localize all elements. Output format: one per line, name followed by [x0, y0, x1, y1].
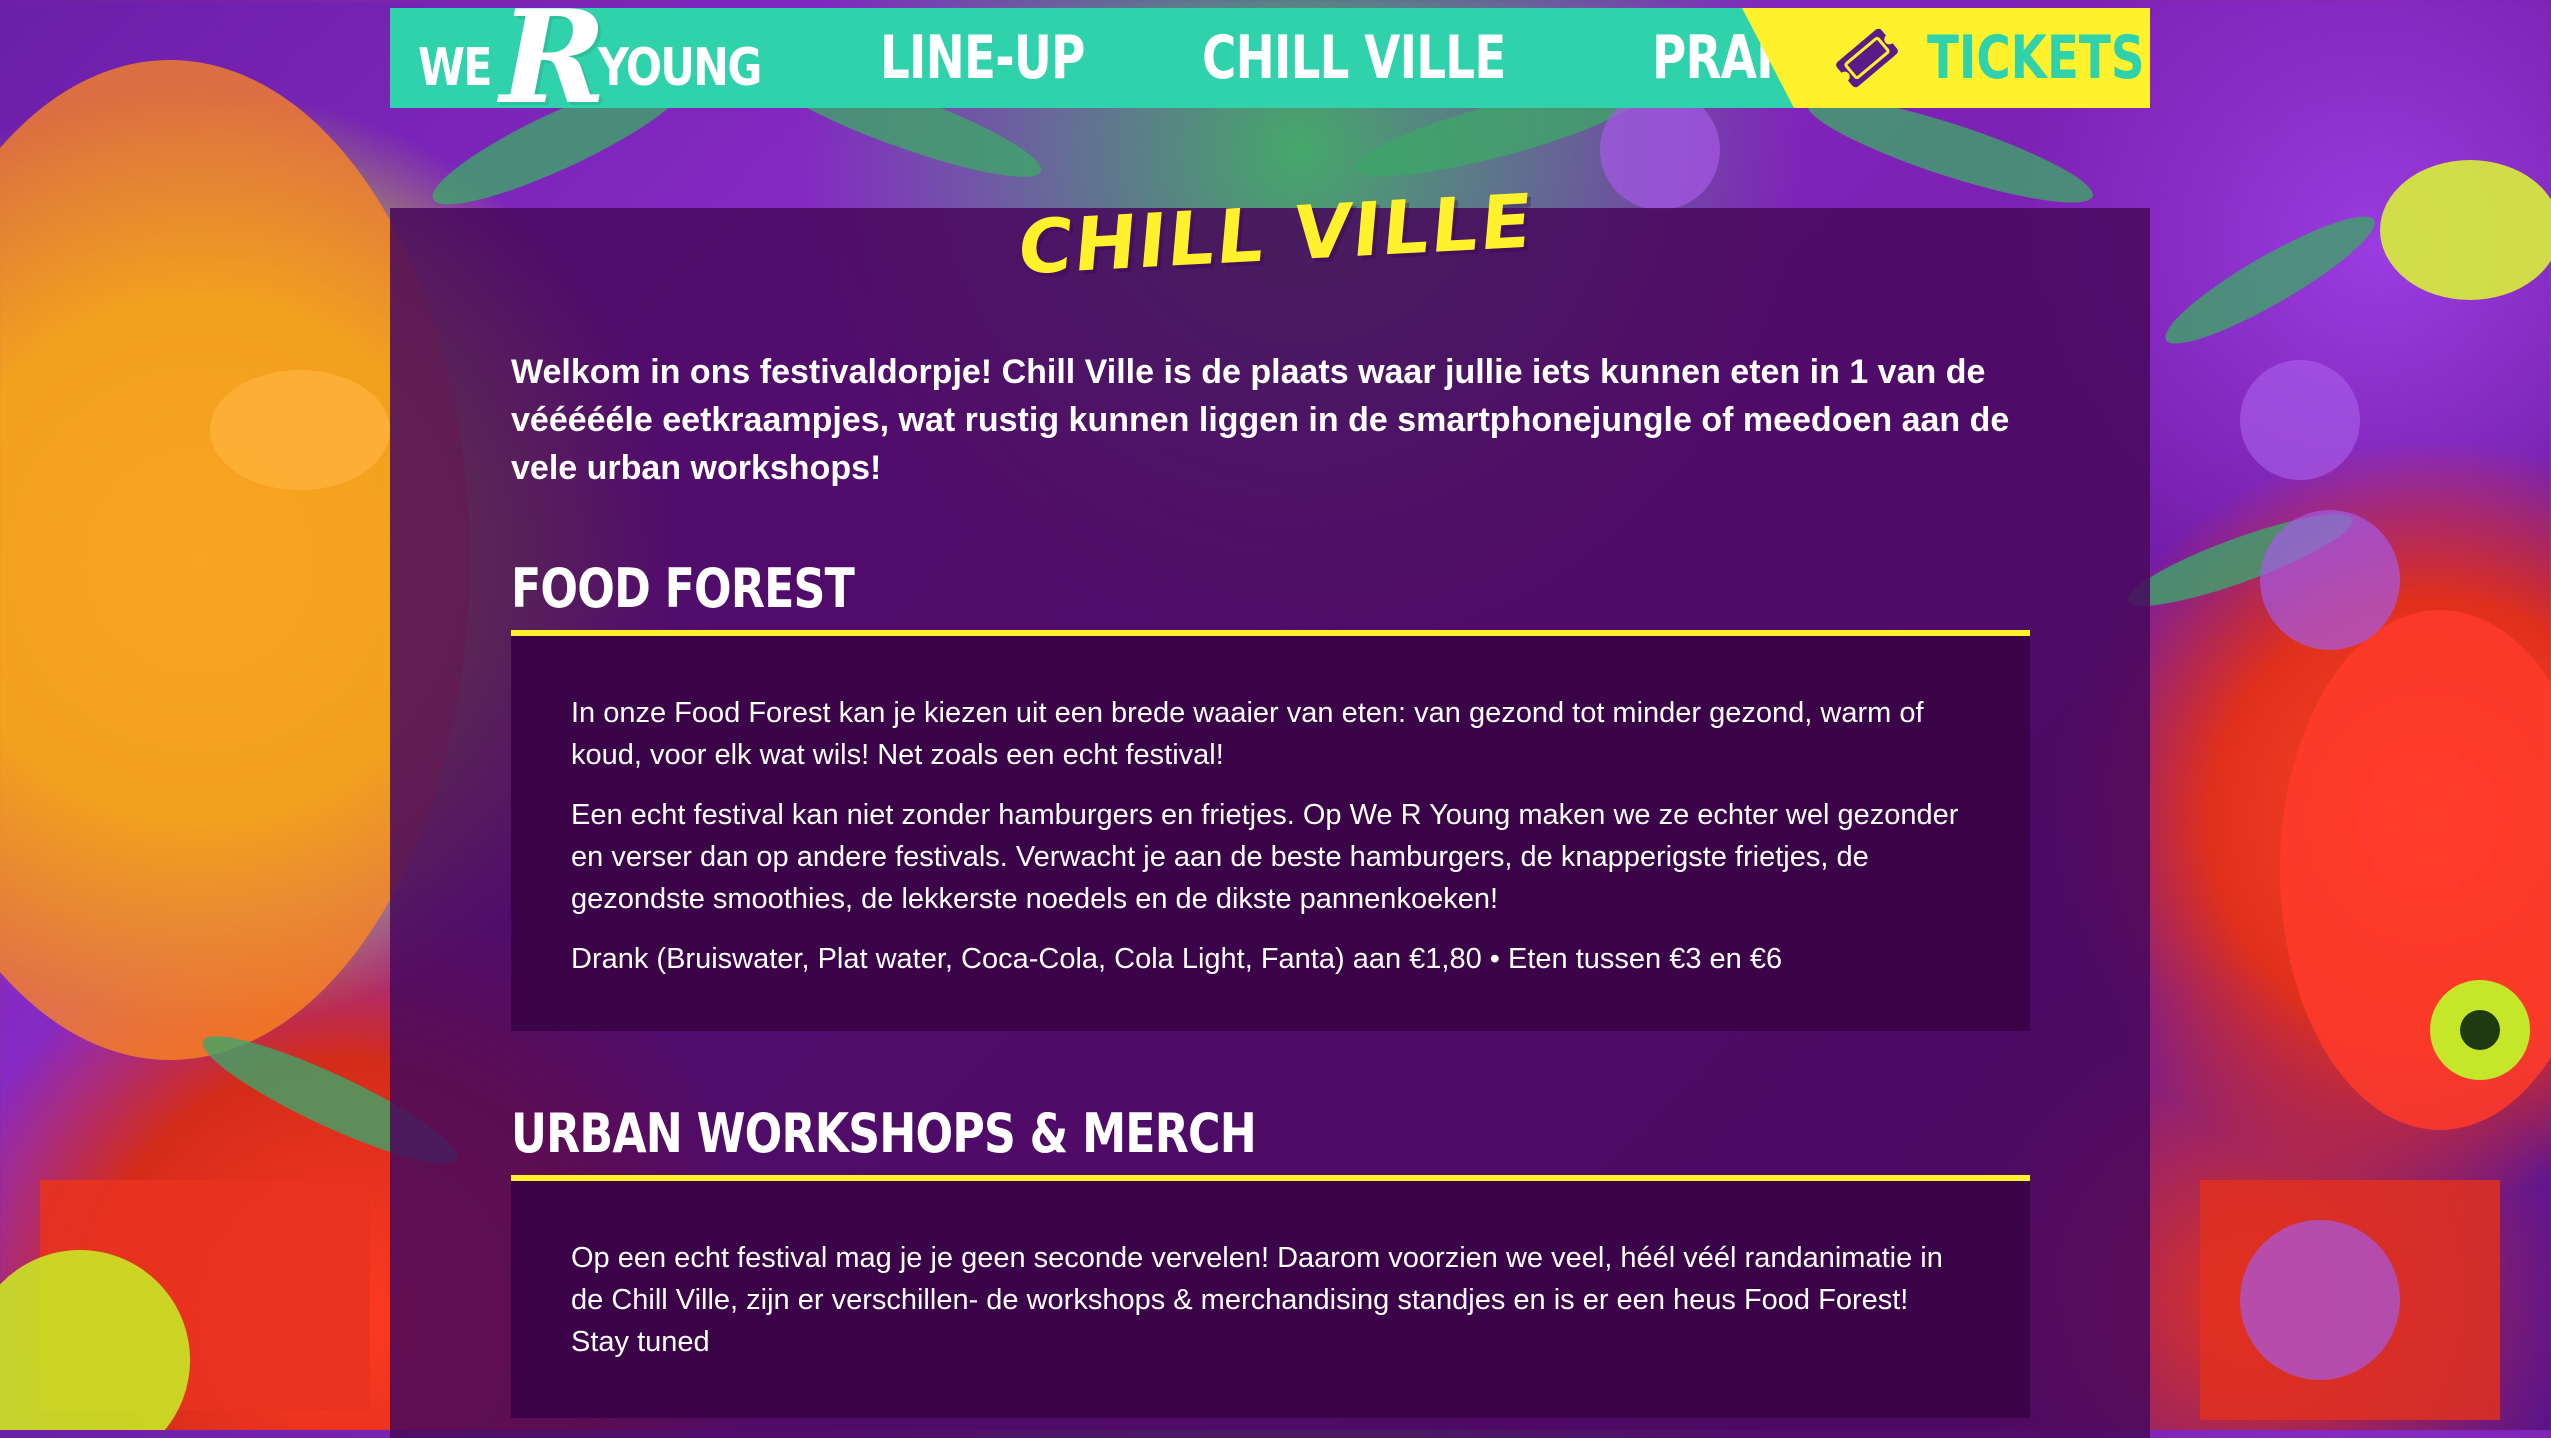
food-forest-paragraph-2: Een echt festival kan niet zonder hambur…	[571, 799, 1959, 915]
site-logo[interactable]: WE R YOUNG	[418, 0, 762, 122]
tickets-label: TICKETS	[1927, 23, 2145, 93]
ticket-icon	[1836, 28, 1898, 88]
content-panel: Welkom in ons festivaldorpje! Chill Vill…	[390, 208, 2150, 1438]
urban-workshops-section: Op een echt festival mag je je geen seco…	[511, 1181, 2030, 1418]
food-forest-section: In onze Food Forest kan je kiezen uit ee…	[511, 636, 2030, 1031]
urban-workshops-heading: URBAN WORKSHOPS & MERCH	[511, 1093, 2030, 1181]
top-navigation: WE R YOUNG LINE-UP CHILL VILLE PRAKTISCH…	[390, 0, 2150, 122]
nav-link-chill-ville[interactable]: CHILL VILLE	[1202, 8, 1591, 108]
logo-we: WE	[418, 38, 493, 98]
nav-link-line-up[interactable]: LINE-UP	[880, 8, 1142, 108]
food-forest-prices: Drank (Bruiswater, Plat water, Coca-Cola…	[571, 943, 1783, 975]
logo-young: YOUNG	[598, 38, 762, 98]
food-forest-paragraph-1: In onze Food Forest kan je kiezen uit ee…	[571, 697, 1924, 771]
nav-link-label: LINE-UP	[880, 23, 1085, 93]
section-heading-text: FOOD FOREST	[511, 557, 855, 620]
tickets-button[interactable]: TICKETS	[1742, 8, 2150, 108]
section-heading-text: URBAN WORKSHOPS & MERCH	[511, 1102, 1257, 1165]
food-forest-heading: FOOD FOREST	[511, 548, 2030, 636]
intro-text: Welkom in ons festivaldorpje! Chill Vill…	[511, 353, 2010, 487]
nav-link-label: CHILL VILLE	[1202, 23, 1506, 93]
urban-workshops-paragraph-1: Op een echt festival mag je je geen seco…	[571, 1242, 1943, 1358]
logo-r: R	[500, 0, 607, 133]
